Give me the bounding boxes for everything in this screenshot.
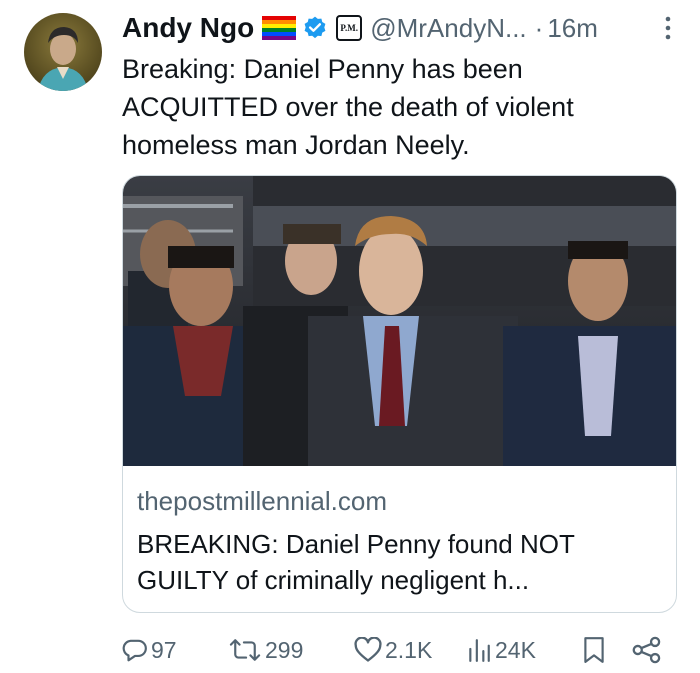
views-icon (466, 637, 492, 663)
tweet-text: Breaking: Daniel Penny has been ACQUITTE… (122, 54, 574, 160)
repost-button[interactable]: 299 (228, 630, 303, 670)
share-icon (632, 636, 662, 664)
link-card[interactable]: thepostmillennial.com BREAKING: Daniel P… (122, 175, 677, 613)
verified-icon[interactable] (302, 15, 328, 41)
card-domain[interactable]: thepostmillennial.com (137, 486, 387, 517)
reply-count: 97 (151, 636, 177, 663)
reply-icon (122, 637, 148, 663)
timestamp[interactable]: 16m (547, 13, 598, 44)
reply-button[interactable]: 97 (122, 630, 177, 670)
card-title[interactable]: BREAKING: Daniel Penny found NOT GUILTY … (137, 526, 667, 598)
rainbow-flag-icon (262, 16, 297, 40)
bookmark-icon (582, 636, 606, 664)
like-icon (354, 637, 382, 663)
share-button[interactable] (632, 630, 662, 670)
action-bar: 97 299 2.1K 24K (122, 630, 667, 670)
affiliate-badge[interactable]: P.M. (336, 15, 363, 41)
card-image (123, 176, 676, 466)
bookmark-button[interactable] (582, 630, 606, 670)
separator-dot: · (534, 12, 544, 43)
like-count: 2.1K (385, 636, 433, 663)
views-count: 24K (495, 636, 536, 663)
author-name[interactable]: Andy Ngo (122, 12, 254, 44)
repost-icon (228, 637, 262, 663)
author-handle[interactable]: @MrAndyN... (370, 13, 526, 44)
like-button[interactable]: 2.1K (354, 630, 432, 670)
more-icon[interactable] (656, 12, 680, 44)
tweet-header: Andy Ngo P.M. @MrAndyN... · 16m (122, 8, 680, 48)
avatar[interactable] (24, 13, 102, 91)
views-button[interactable]: 24K (466, 630, 536, 670)
repost-count: 299 (265, 636, 304, 663)
